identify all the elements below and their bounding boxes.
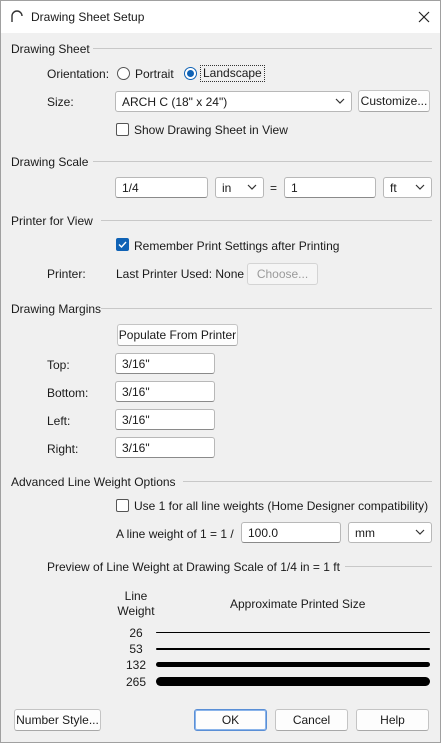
scale-left-input[interactable]: 1/4	[115, 177, 208, 198]
chevron-down-icon	[335, 95, 345, 110]
lw-row-value: 53	[129, 642, 143, 656]
drawing-sheet-heading: Drawing Sheet	[11, 42, 90, 56]
divider	[93, 48, 432, 49]
col-weight-header: Weight	[117, 604, 155, 618]
remember-settings-label[interactable]: Remember Print Settings after Printing	[134, 239, 339, 253]
orientation-label: Orientation:	[47, 67, 110, 81]
scale-right-unit-value: ft	[390, 181, 397, 195]
weight-unit-value: mm	[355, 526, 375, 540]
printer-label: Printer:	[47, 267, 86, 281]
scale-left-unit-value: in	[222, 181, 232, 195]
equals-sign: =	[270, 181, 278, 195]
number-style-button[interactable]: Number Style...	[14, 709, 101, 731]
divider	[345, 566, 432, 567]
landscape-label[interactable]: Landscape	[200, 65, 265, 82]
use1-checkbox[interactable]	[116, 499, 129, 512]
divider	[93, 161, 432, 162]
chevron-down-icon	[415, 181, 425, 196]
populate-from-printer-button[interactable]: Populate From Printer	[117, 324, 238, 346]
weight-unit-select[interactable]: mm	[348, 522, 432, 543]
size-value: ARCH C (18" x 24")	[122, 95, 228, 109]
margin-top-input[interactable]: 3/16"	[115, 353, 215, 374]
window-title: Drawing Sheet Setup	[31, 10, 145, 24]
remember-settings-checkbox[interactable]	[116, 238, 129, 251]
preview-heading: Preview of Line Weight at Drawing Scale …	[47, 560, 340, 574]
margins-heading: Drawing Margins	[11, 302, 102, 316]
col-line-header: Line	[124, 589, 148, 603]
margin-left-input[interactable]: 3/16"	[115, 409, 215, 430]
scale-left-unit-select[interactable]: in	[215, 177, 264, 198]
customize-button[interactable]: Customize...	[358, 90, 430, 112]
margin-right-label: Right:	[47, 442, 79, 456]
divider	[101, 308, 432, 309]
col-size-header: Approximate Printed Size	[230, 597, 366, 611]
margin-right-input[interactable]: 3/16"	[115, 437, 215, 458]
divider	[183, 481, 432, 482]
margin-top-label: Top:	[47, 358, 70, 372]
weight-ratio-input[interactable]: 100.0	[241, 522, 341, 543]
dialog-window: Drawing Sheet Setup Drawing Sheet Orient…	[0, 0, 441, 743]
divider	[101, 220, 432, 221]
lw-preview-line	[156, 648, 430, 650]
show-sheet-checkbox[interactable]	[116, 123, 129, 136]
landscape-radio[interactable]	[184, 67, 197, 80]
scale-right-unit-select[interactable]: ft	[383, 177, 432, 198]
drawing-scale-heading: Drawing Scale	[11, 155, 89, 169]
size-select[interactable]: ARCH C (18" x 24")	[115, 91, 352, 112]
help-button[interactable]: Help	[356, 709, 429, 731]
margin-bottom-label: Bottom:	[47, 386, 89, 400]
ok-button[interactable]: OK	[194, 709, 267, 731]
lw-row-value: 26	[129, 626, 143, 640]
weight-ratio-label: A line weight of 1 = 1 /	[116, 527, 234, 541]
cancel-button[interactable]: Cancel	[275, 709, 348, 731]
portrait-label[interactable]: Portrait	[135, 67, 174, 81]
chevron-down-icon	[415, 526, 425, 541]
printer-value: Last Printer Used: None	[116, 267, 245, 281]
use1-label[interactable]: Use 1 for all line weights (Home Designe…	[134, 499, 428, 513]
title-bar: Drawing Sheet Setup	[1, 1, 440, 33]
scale-right-input[interactable]: 1	[284, 177, 376, 198]
lw-row-value: 265	[125, 675, 147, 689]
app-arc-icon	[10, 9, 24, 26]
lw-row-value: 132	[125, 658, 147, 672]
lw-preview-line	[156, 677, 430, 686]
margin-bottom-input[interactable]: 3/16"	[115, 381, 215, 402]
lw-preview-line	[156, 662, 430, 667]
close-icon[interactable]	[412, 5, 436, 29]
line-weight-heading: Advanced Line Weight Options	[11, 475, 176, 489]
choose-printer-button[interactable]: Choose...	[247, 263, 318, 285]
printer-heading: Printer for View	[11, 214, 93, 228]
show-sheet-label[interactable]: Show Drawing Sheet in View	[134, 123, 288, 137]
size-label: Size:	[47, 95, 74, 109]
margin-left-label: Left:	[47, 414, 71, 428]
portrait-radio[interactable]	[117, 67, 130, 80]
chevron-down-icon	[247, 181, 257, 196]
lw-preview-line	[156, 632, 430, 633]
